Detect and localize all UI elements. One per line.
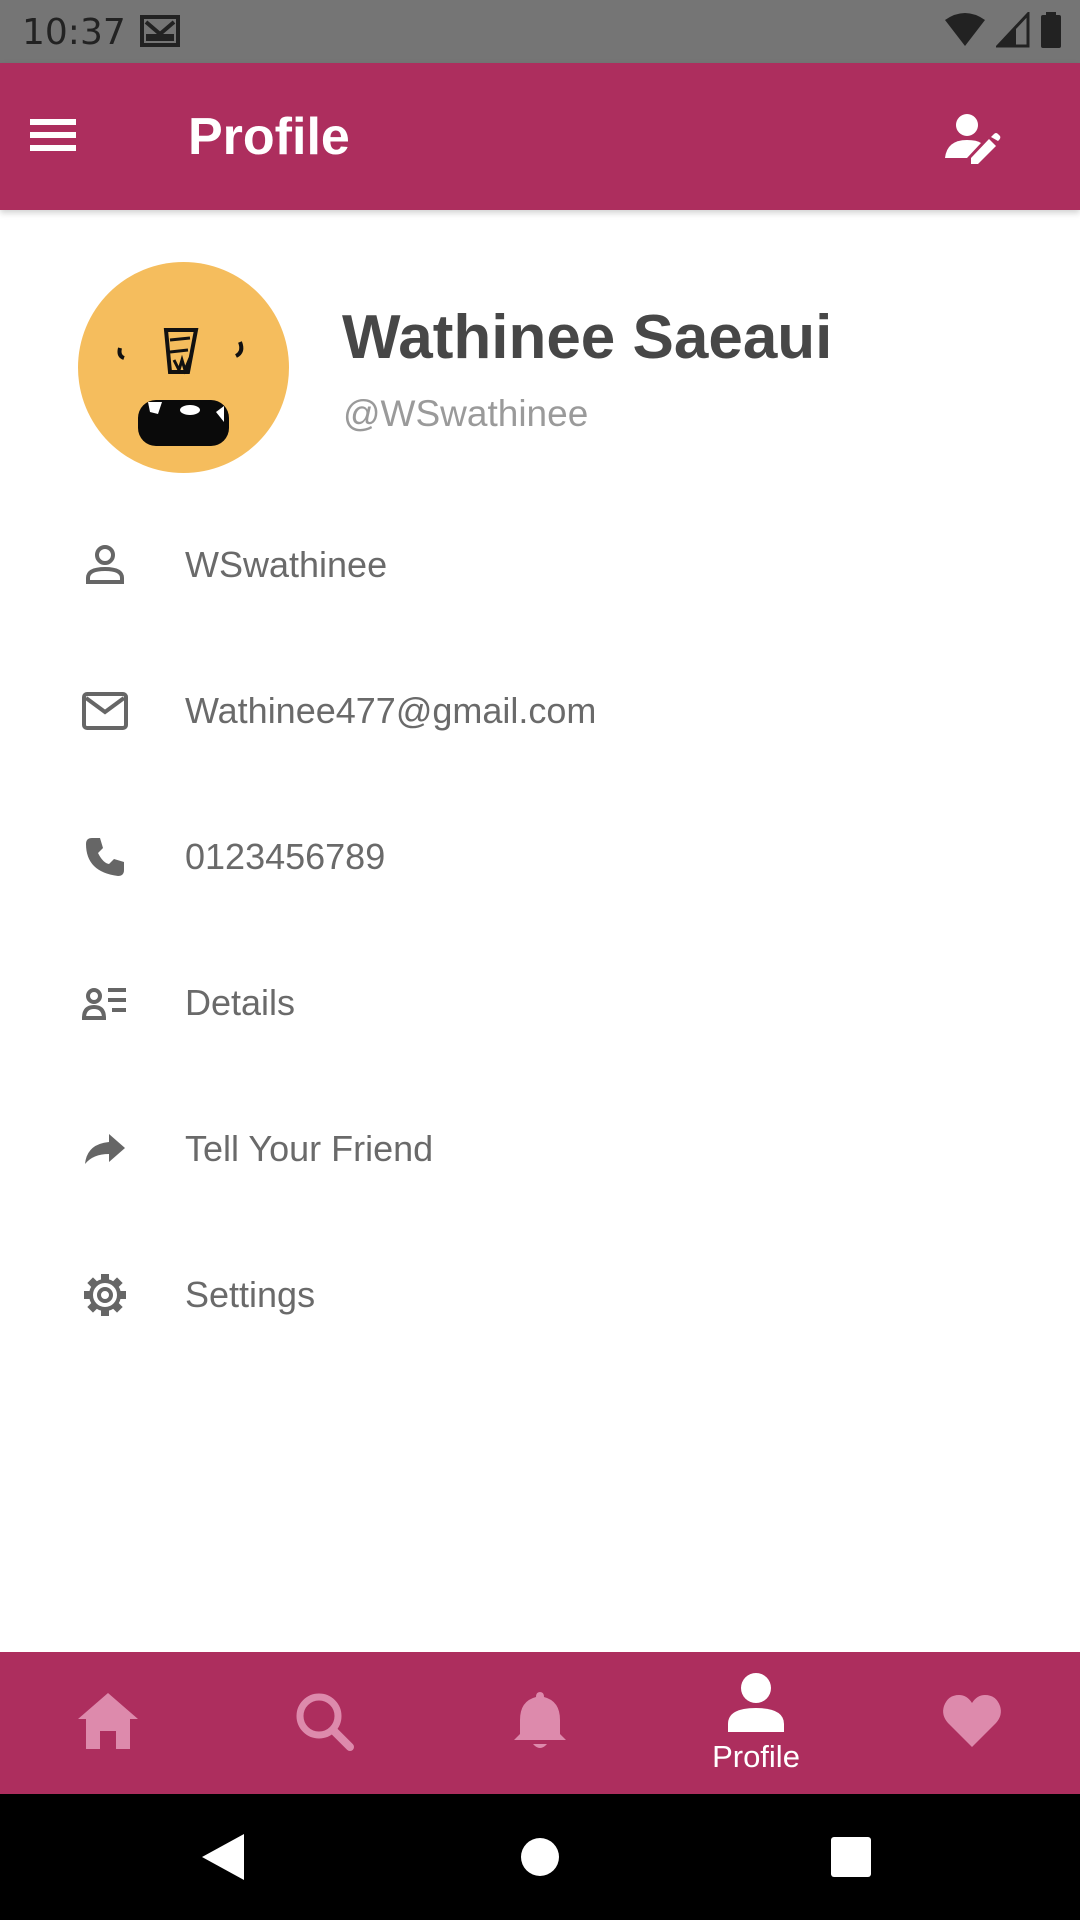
edit-profile-icon[interactable] xyxy=(945,112,1001,164)
status-bar: 10:37 xyxy=(0,0,1080,63)
bottom-navigation: Profile xyxy=(0,1652,1080,1794)
home-icon xyxy=(76,1691,140,1756)
menu-item-email[interactable]: Wathinee477@gmail.com xyxy=(0,638,1080,784)
nav-favorites[interactable] xyxy=(864,1652,1080,1794)
menu-item-phone[interactable]: 0123456789 xyxy=(0,784,1080,930)
menu-item-username[interactable]: WSwathinee xyxy=(0,492,1080,638)
bell-icon xyxy=(512,1690,568,1757)
nav-profile[interactable]: Profile xyxy=(648,1652,864,1794)
profile-full-name: Wathinee Saeaui xyxy=(342,303,833,372)
person-icon xyxy=(80,543,130,587)
phone-icon xyxy=(80,835,130,879)
search-icon xyxy=(294,1691,354,1756)
nav-search[interactable] xyxy=(216,1652,432,1794)
page-title: Profile xyxy=(188,108,350,166)
heart-icon xyxy=(941,1693,1003,1754)
menu-item-settings[interactable]: Settings xyxy=(0,1222,1080,1368)
avatar[interactable] xyxy=(78,262,289,473)
home-button-icon[interactable] xyxy=(519,1832,561,1887)
menu-item-details[interactable]: Details xyxy=(0,930,1080,1076)
status-icons xyxy=(944,10,1062,53)
wifi-icon xyxy=(944,12,986,53)
menu-item-label: 0123456789 xyxy=(185,836,386,877)
gmail-notification-icon xyxy=(140,14,180,53)
menu-item-label: Details xyxy=(185,982,296,1023)
menu-item-label: WSwathinee xyxy=(185,544,388,585)
menu-item-label: Tell Your Friend xyxy=(185,1128,434,1169)
mail-icon xyxy=(80,689,130,733)
profile-icon xyxy=(726,1672,786,1737)
menu-item-label: Settings xyxy=(185,1274,316,1315)
status-time: 10:37 xyxy=(22,12,126,53)
menu-item-share[interactable]: Tell Your Friend xyxy=(0,1076,1080,1222)
settings-icon xyxy=(80,1273,130,1317)
details-icon xyxy=(80,981,130,1025)
profile-menu: WSwathinee Wathinee477@gmail.com 0123456… xyxy=(0,492,1080,1368)
nav-notifications[interactable] xyxy=(432,1652,648,1794)
nav-home[interactable] xyxy=(0,1652,216,1794)
profile-handle: @WSwathinee xyxy=(343,393,589,434)
signal-icon xyxy=(994,10,1030,53)
battery-icon xyxy=(1040,12,1062,53)
recents-icon[interactable] xyxy=(830,1832,872,1887)
share-icon xyxy=(80,1127,130,1171)
nav-label: Profile xyxy=(712,1738,800,1774)
back-icon[interactable] xyxy=(200,1832,246,1887)
menu-icon[interactable] xyxy=(30,115,76,155)
system-navigation-bar xyxy=(0,1794,1080,1920)
app-bar: Profile xyxy=(0,63,1080,210)
menu-item-label: Wathinee477@gmail.com xyxy=(185,690,597,731)
